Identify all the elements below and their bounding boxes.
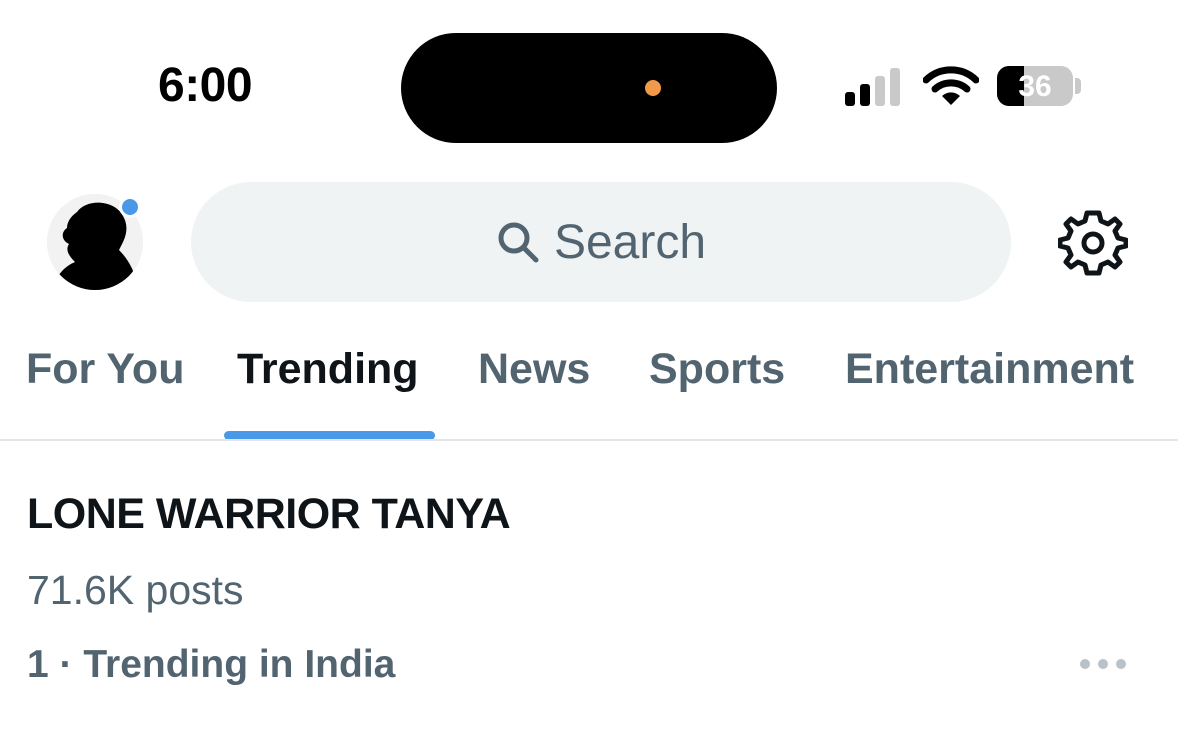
tab-entertainment[interactable]: Entertainment [845,345,1134,394]
more-dot [1116,659,1126,669]
signal-bar [860,84,870,106]
signal-bar [845,92,855,106]
trend-title[interactable]: LONE WARRIOR TANYA [27,490,511,539]
search-placeholder: Search [553,215,707,269]
dynamic-island [401,33,777,143]
search-bar[interactable]: Search [191,182,1011,302]
battery-level: 36 [1018,70,1052,103]
screen: 6:00 36 Search For You Trending News Spo… [0,0,1178,748]
tab-news[interactable]: News [478,345,590,394]
more-options-icon[interactable] [1080,652,1126,676]
wifi-icon [923,66,979,105]
notification-dot [119,196,141,218]
explore-tabs: For You Trending News Sports Entertainme… [0,345,1178,441]
tabs-divider [0,439,1178,441]
gear-icon[interactable] [1058,208,1128,278]
signal-bar [890,68,900,106]
trend-post-count: 71.6K posts [27,567,244,613]
cellular-signal-icon [845,68,905,106]
battery-icon: 36 [997,66,1073,106]
more-dot [1080,659,1090,669]
search-icon [498,222,539,263]
tab-sports[interactable]: Sports [649,345,785,394]
status-time: 6:00 [158,59,253,112]
signal-bar [875,76,885,106]
trend-rank-location: 1 · Trending in India [27,643,396,686]
tab-trending[interactable]: Trending [237,345,419,394]
more-dot [1098,659,1108,669]
tab-for-you[interactable]: For You [26,345,184,394]
privacy-indicator-dot [645,80,661,96]
battery-cap [1075,78,1081,94]
